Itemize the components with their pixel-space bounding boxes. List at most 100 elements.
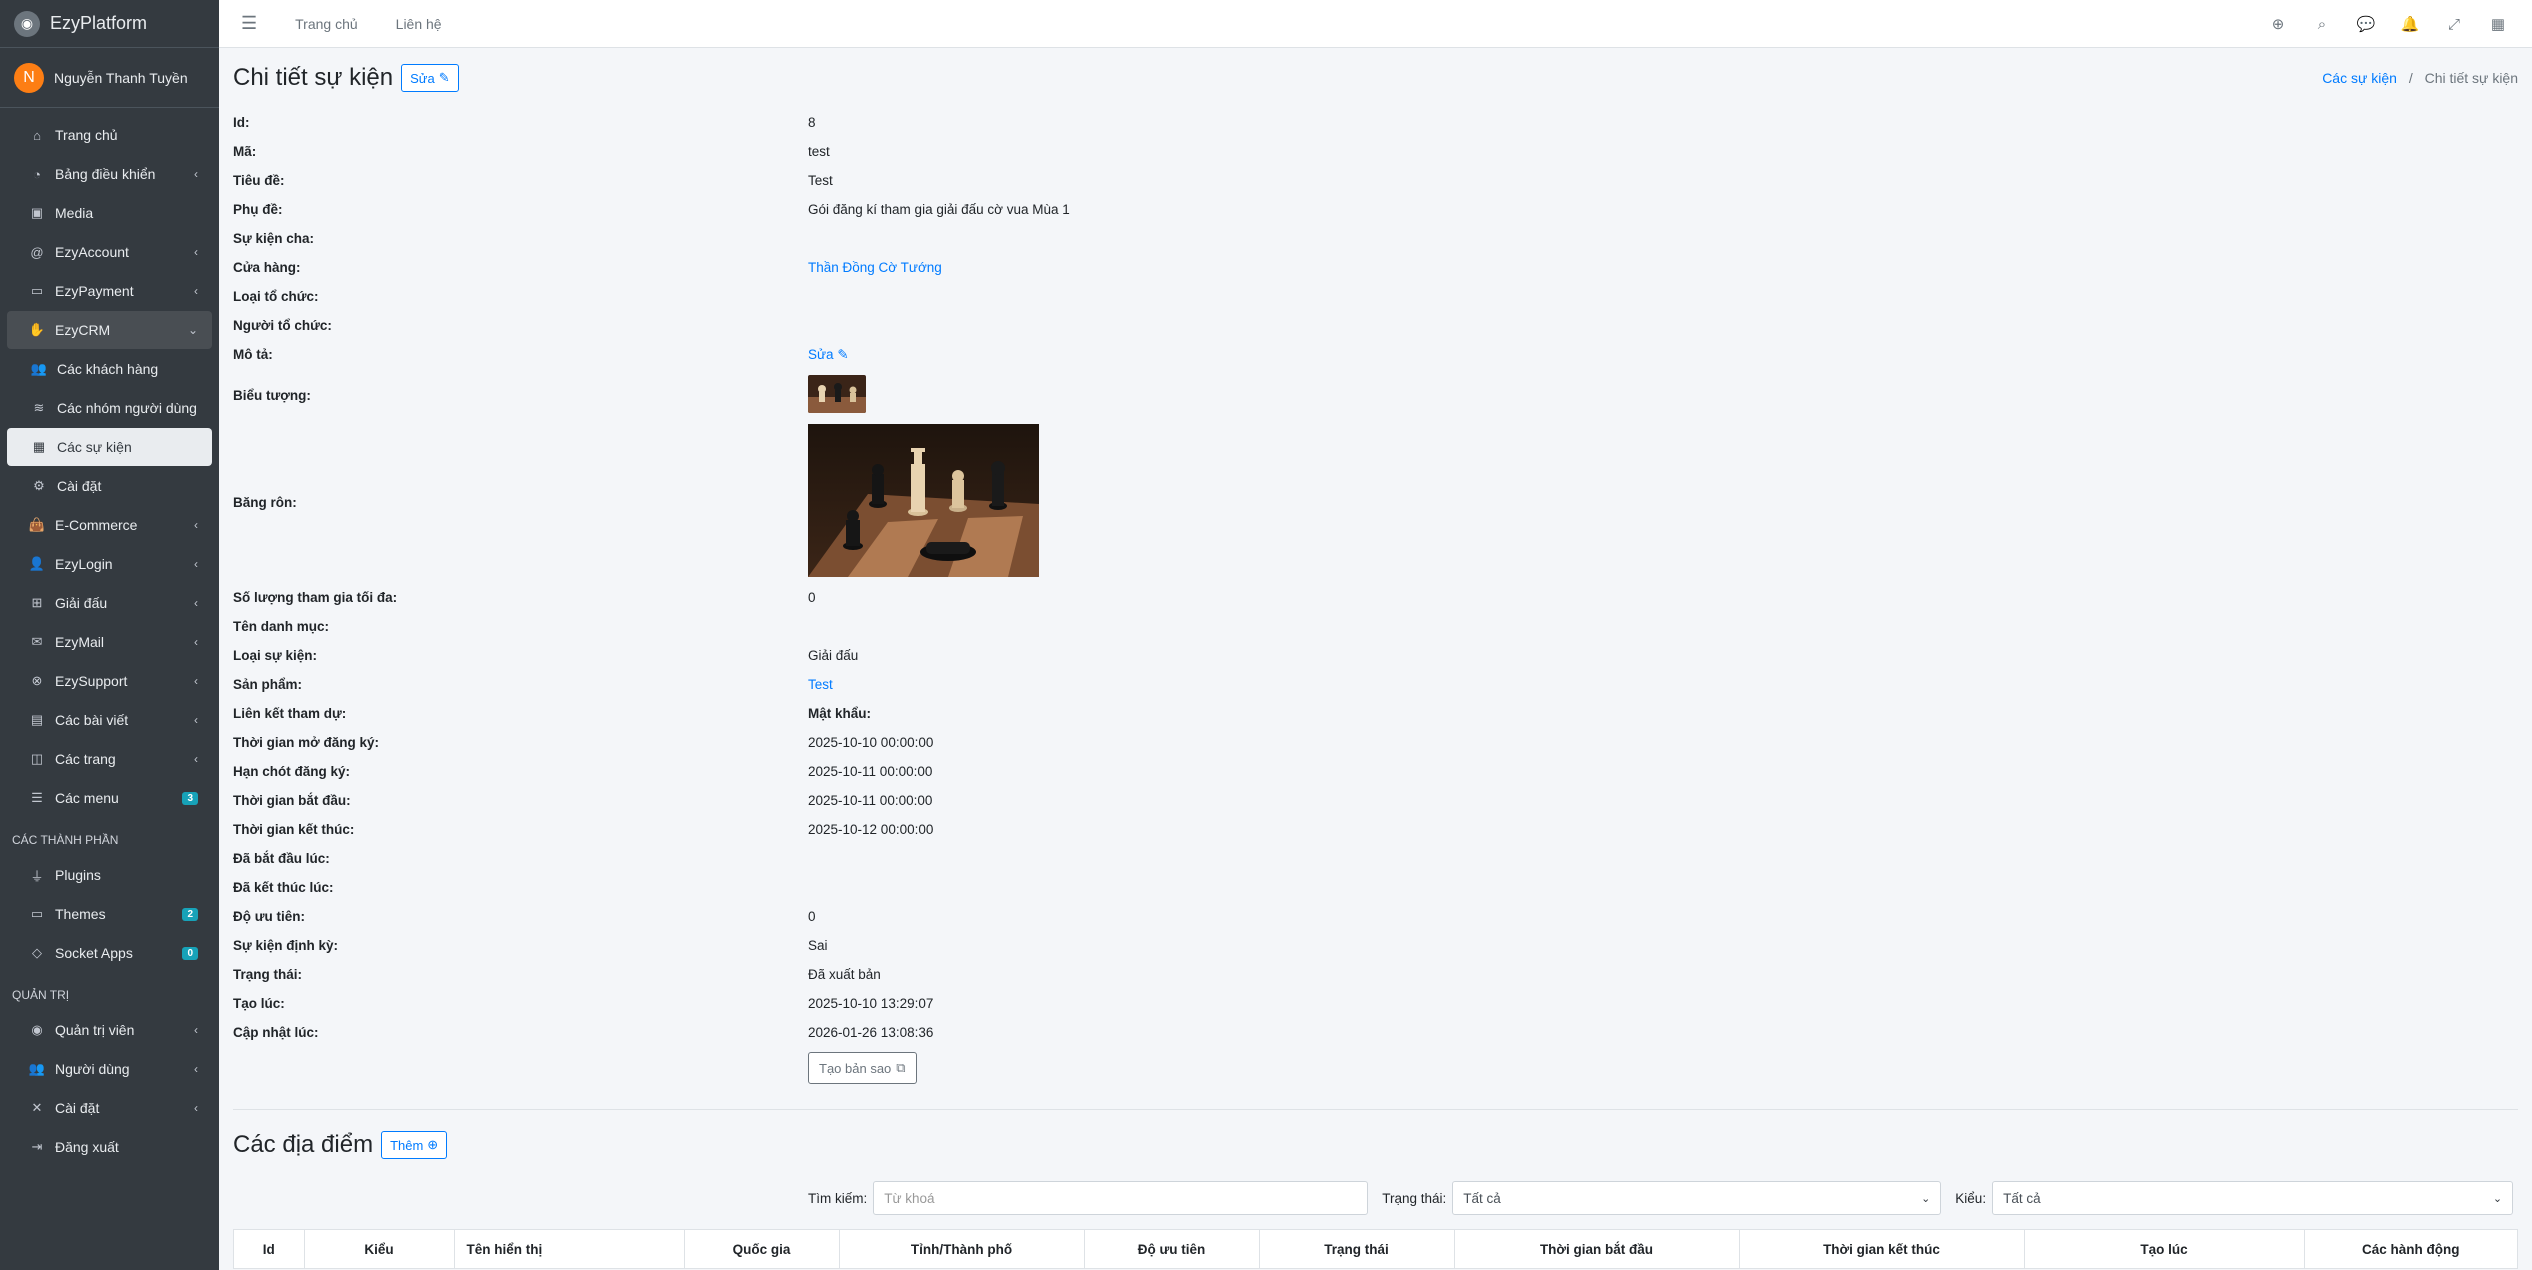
sidebar-item-posts[interactable]: ▤ Các bài viết ‹ bbox=[7, 701, 212, 739]
column-header-display-name[interactable]: Tên hiển thị bbox=[454, 1230, 685, 1268]
detail-row-id: Id: 8 bbox=[233, 115, 816, 130]
sidebar-item-media[interactable]: ▣ Media bbox=[7, 194, 212, 232]
apps-grid-icon[interactable]: ▦ bbox=[2476, 15, 2520, 33]
event-subtitle-value: Gói đăng kí tham gia giải đấu cờ vua Mùa… bbox=[808, 202, 1070, 217]
sidebar-item-ezylogin[interactable]: 👤 EzyLogin ‹ bbox=[7, 545, 212, 583]
column-header-end-time[interactable]: Thời gian kết thúc bbox=[1739, 1230, 2025, 1268]
sidebar-item-customers[interactable]: 👥 Các khách hàng bbox=[7, 350, 212, 388]
edit-description-link[interactable]: Sửa ✎ bbox=[808, 347, 849, 362]
mail-icon: ✉ bbox=[31, 634, 43, 649]
copy-icon: ⧉ bbox=[896, 1060, 906, 1075]
store-link[interactable]: Thần Đồng Cờ Tướng bbox=[808, 260, 942, 275]
credit-card-icon: ▭ bbox=[30, 283, 44, 298]
sidebar-item-ezyaccount[interactable]: @ EzyAccount ‹ bbox=[7, 233, 212, 271]
user-circle-icon: ◉ bbox=[31, 1022, 43, 1037]
sidebar-item-logout[interactable]: ⇥ Đăng xuất bbox=[7, 1128, 212, 1166]
dashboard-icon: ◔ bbox=[33, 166, 41, 182]
socket-apps-count-badge: 0 bbox=[182, 946, 198, 960]
product-link[interactable]: Test bbox=[808, 677, 833, 692]
brand-logo-icon: ◉ bbox=[14, 10, 40, 37]
column-header-type[interactable]: Kiểu bbox=[304, 1230, 455, 1268]
status-filter-select[interactable]: Tất cả ⌄ bbox=[1452, 1181, 1942, 1215]
comments-icon[interactable]: 💬 bbox=[2344, 15, 2388, 33]
detail-row-category: Tên danh mục: bbox=[233, 619, 330, 634]
sidebar-item-tournaments[interactable]: ⊞ Giải đấu ‹ bbox=[7, 584, 212, 622]
column-header-province[interactable]: Tỉnh/Thành phố bbox=[839, 1230, 1085, 1268]
chevron-left-icon: ‹ bbox=[194, 284, 198, 298]
menu-toggle-icon[interactable]: ☰ bbox=[241, 13, 257, 34]
clone-button[interactable]: Tạo bản sao ⧉ bbox=[808, 1052, 917, 1084]
tools-icon: ✕ bbox=[31, 1100, 43, 1115]
sidebar-item-users[interactable]: 👥 Người dùng ‹ bbox=[7, 1050, 212, 1088]
detail-row-reg-deadline: Hạn chót đăng ký: 2025-10-11 00:00:00 bbox=[233, 764, 933, 779]
sidebar-item-menus[interactable]: ☰ Các menu 3 bbox=[7, 779, 212, 817]
breadcrumb: Các sự kiện / Chi tiết sự kiện bbox=[2322, 70, 2518, 86]
detail-row-ended-at: Đã kết thúc lúc: bbox=[233, 880, 334, 895]
sidebar-item-crm-settings[interactable]: ⚙ Cài đặt bbox=[7, 467, 212, 505]
sidebar-item-dashboard[interactable]: ◔ Bảng điều khiển ‹ bbox=[7, 155, 212, 193]
themes-count-badge: 2 bbox=[182, 907, 198, 921]
sidebar-item-themes[interactable]: ▭ Themes 2 bbox=[7, 895, 212, 933]
column-header-created-at[interactable]: Tạo lúc bbox=[2024, 1230, 2305, 1268]
type-filter-select[interactable]: Tất cả ⌄ bbox=[1992, 1181, 2514, 1215]
detail-row-recurring: Sự kiện định kỳ: Sai bbox=[233, 938, 828, 953]
sidebar-item-settings[interactable]: ✕ Cài đặt ‹ bbox=[7, 1089, 212, 1127]
brand[interactable]: ◉ EzyPlatform bbox=[0, 0, 219, 48]
event-icon-image bbox=[808, 374, 866, 413]
column-header-status[interactable]: Trạng thái bbox=[1259, 1230, 1455, 1268]
sidebar-item-events[interactable]: ▦ Các sự kiện bbox=[7, 428, 212, 466]
bell-icon[interactable]: 🔔 bbox=[2388, 15, 2432, 33]
user-lock-icon: 👤 bbox=[28, 556, 46, 571]
detail-row-product: Sản phẩm: Test bbox=[233, 677, 833, 692]
detail-row-banner: Băng rôn: bbox=[233, 421, 2518, 583]
sidebar-item-admins[interactable]: ◉ Quản trị viên ‹ bbox=[7, 1011, 212, 1049]
event-title-value: Test bbox=[808, 173, 833, 188]
calendar-icon: ▦ bbox=[32, 439, 46, 454]
detail-row-created-at: Tạo lúc: 2025-10-10 13:29:07 bbox=[233, 996, 934, 1011]
sidebar-item-ezysupport[interactable]: ⊗ EzySupport ‹ bbox=[7, 662, 212, 700]
page-header: Chi tiết sự kiện Sửa ✎ Các sự kiện / Chi … bbox=[233, 48, 2518, 108]
desktop-icon: ▭ bbox=[30, 906, 44, 921]
chevron-left-icon: ‹ bbox=[194, 1101, 198, 1115]
topbar-home-link[interactable]: Trang chủ bbox=[295, 16, 358, 32]
column-header-start-time[interactable]: Thời gian bắt đầu bbox=[1454, 1230, 1740, 1268]
column-header-country[interactable]: Quốc gia bbox=[684, 1230, 840, 1268]
column-header-priority[interactable]: Độ ưu tiên bbox=[1084, 1230, 1260, 1268]
search-icon[interactable]: ⌕ bbox=[2300, 16, 2344, 33]
add-location-button[interactable]: Thêm ⊕ bbox=[381, 1131, 448, 1159]
event-banner-image bbox=[808, 424, 1039, 577]
event-id-value: 8 bbox=[808, 115, 816, 130]
sidebar-item-plugins[interactable]: ⏚ Plugins bbox=[7, 856, 212, 894]
column-header-id[interactable]: Id bbox=[234, 1230, 305, 1268]
sidebar-item-pages[interactable]: ◫ Các trang ‹ bbox=[7, 740, 212, 778]
sidebar-item-user-groups[interactable]: ≋ Các nhóm người dùng bbox=[7, 389, 212, 427]
sidebar-item-home[interactable]: ⌂ Trang chủ bbox=[7, 116, 212, 154]
sidebar-item-ezypayment[interactable]: ▭ EzyPayment ‹ bbox=[7, 272, 212, 310]
globe-icon[interactable]: ⊕ bbox=[2256, 15, 2300, 33]
breadcrumb-events-link[interactable]: Các sự kiện bbox=[2322, 70, 2397, 86]
chevron-down-icon: ⌄ bbox=[187, 323, 198, 337]
detail-row-join-link: Liên kết tham dự: Mật khẩu: bbox=[233, 706, 872, 721]
edit-icon: ✎ bbox=[438, 70, 450, 85]
fullscreen-icon[interactable]: ⤢ bbox=[2432, 16, 2476, 33]
locations-header: Các địa điểm Thêm ⊕ bbox=[233, 1110, 2518, 1180]
search-input[interactable]: Từ khoá bbox=[873, 1181, 1369, 1215]
sidebar-item-ecommerce[interactable]: 👜 E-Commerce ‹ bbox=[7, 506, 212, 544]
plug-icon: ⏚ bbox=[30, 868, 44, 884]
sidebar-item-ezycrm[interactable]: ✋ EzyCRM ⌄ bbox=[7, 311, 212, 349]
breadcrumb-current: Chi tiết sự kiện bbox=[2424, 70, 2518, 86]
user-panel[interactable]: N Nguyễn Thanh Tuyền bbox=[0, 48, 219, 108]
sidebar-item-socket-apps[interactable]: ◇ Socket Apps 0 bbox=[7, 934, 212, 972]
detail-row-icon: Biểu tượng: bbox=[233, 369, 2518, 421]
detail-row-status: Trạng thái: Đã xuất bản bbox=[233, 967, 881, 982]
topbar-contact-link[interactable]: Liên hệ bbox=[396, 16, 442, 32]
sidebar-item-ezymail[interactable]: ✉ EzyMail ‹ bbox=[7, 623, 212, 661]
sitemap-icon: ⊞ bbox=[31, 595, 43, 610]
chevron-left-icon: ‹ bbox=[194, 167, 198, 181]
table-header-row: Id Kiểu Tên hiển thị Quốc gia Tỉnh/Thành… bbox=[234, 1230, 2517, 1268]
chevron-down-icon: ⌄ bbox=[1921, 1192, 1931, 1205]
detail-row-event-type: Loại sự kiện: Giải đấu bbox=[233, 648, 859, 663]
edit-button[interactable]: Sửa ✎ bbox=[401, 64, 459, 92]
detail-row-updated-at: Cập nhật lúc: 2026-01-26 13:08:36 bbox=[233, 1025, 934, 1040]
chevron-left-icon: ‹ bbox=[194, 713, 198, 727]
